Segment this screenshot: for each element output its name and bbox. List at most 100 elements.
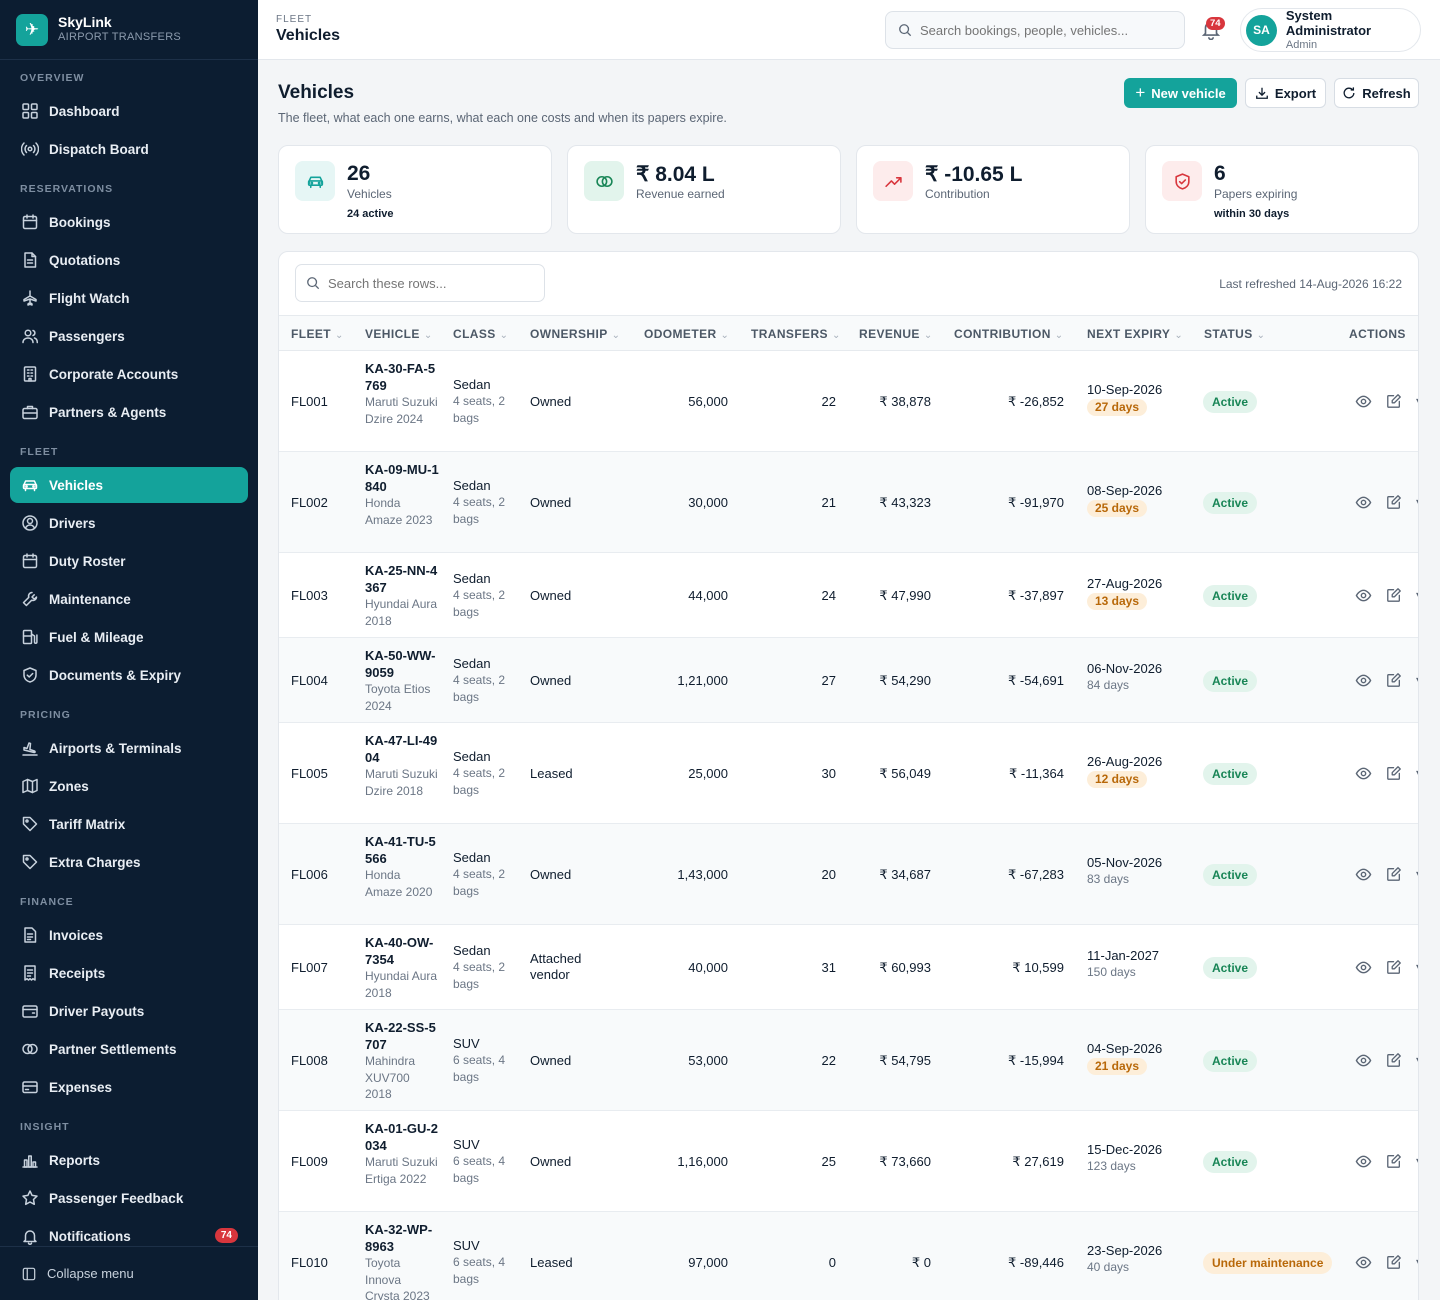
more-actions-icon[interactable]: ▾ [1416, 1153, 1418, 1175]
column-header-contribution[interactable]: CONTRIBUTION ⌄ [954, 327, 1064, 341]
vehicle-cell[interactable]: KA-25-NN-4367 Hyundai Aura 2018 [365, 563, 439, 629]
export-button[interactable]: Export [1245, 78, 1326, 108]
table-row[interactable]: FL001 KA-30-FA-5769 Maruti Suzuki Dzire 20… [279, 351, 1418, 452]
sidebar-item-airports-and-terminals[interactable]: Airports & Terminals [10, 730, 248, 766]
sort-chevron-icon: ⌄ [1054, 330, 1064, 341]
sidebar-item-fuel-and-mileage[interactable]: Fuel & Mileage [10, 619, 248, 655]
table-search-input[interactable] [328, 275, 538, 291]
kpi-value: ₹ 8.04 L [636, 163, 715, 186]
global-search-input[interactable] [920, 22, 1170, 38]
vehicle-cell[interactable]: KA-50-WW-9059 Toyota Etios 2024 [365, 648, 439, 714]
sidebar-item-tariff-matrix[interactable]: Tariff Matrix [10, 806, 248, 842]
new-vehicle-button[interactable]: + New vehicle [1124, 78, 1237, 108]
column-header-next-expiry[interactable]: NEXT EXPIRY ⌄ [1087, 327, 1183, 341]
edit-icon[interactable] [1386, 494, 1402, 516]
sidebar-item-reports[interactable]: Reports [10, 1142, 248, 1178]
edit-icon[interactable] [1386, 672, 1402, 694]
table-search[interactable] [295, 264, 545, 302]
sidebar-item-quotations[interactable]: Quotations [10, 242, 248, 278]
column-header-transfers[interactable]: TRANSFERS ⌄ [751, 327, 841, 341]
view-eye-icon[interactable] [1355, 393, 1372, 415]
sidebar-item-passenger-feedback[interactable]: Passenger Feedback [10, 1180, 248, 1216]
view-eye-icon[interactable] [1355, 1254, 1372, 1276]
more-actions-icon[interactable]: ▾ [1416, 866, 1418, 888]
edit-icon[interactable] [1386, 587, 1402, 609]
table-row[interactable]: FL007 KA-40-OW-7354 Hyundai Aura 2018 Sedan… [279, 925, 1418, 1010]
sidebar-item-partners-and-agents[interactable]: Partners & Agents [10, 394, 248, 430]
vehicle-cell[interactable]: KA-40-OW-7354 Hyundai Aura 2018 [365, 935, 439, 1001]
user-menu[interactable]: SA System Administrator Admin [1240, 8, 1421, 52]
sidebar-item-passengers[interactable]: Passengers [10, 318, 248, 354]
view-eye-icon[interactable] [1355, 959, 1372, 981]
sidebar-item-flight-watch[interactable]: Flight Watch [10, 280, 248, 316]
vehicle-cell[interactable]: KA-22-SS-5707 Mahindra XUV700 2018 [365, 1020, 439, 1103]
sidebar-item-maintenance[interactable]: Maintenance [10, 581, 248, 617]
sidebar-item-expenses[interactable]: Expenses [10, 1069, 248, 1105]
sidebar-item-extra-charges[interactable]: Extra Charges [10, 844, 248, 880]
vehicle-cell[interactable]: KA-30-FA-5769 Maruti Suzuki Dzire 2024 [365, 361, 439, 427]
more-actions-icon[interactable]: ▾ [1416, 1254, 1418, 1276]
vehicle-cell[interactable]: KA-47-LI-4904 Maruti Suzuki Dzire 2018 [365, 733, 439, 799]
view-eye-icon[interactable] [1355, 1052, 1372, 1074]
sidebar-item-driver-payouts[interactable]: Driver Payouts [10, 993, 248, 1029]
view-eye-icon[interactable] [1355, 672, 1372, 694]
edit-icon[interactable] [1386, 1254, 1402, 1276]
more-actions-icon[interactable]: ▾ [1416, 765, 1418, 787]
table-row[interactable]: FL006 KA-41-TU-5566 Honda Amaze 2020 Sedan 4… [279, 824, 1418, 925]
edit-icon[interactable] [1386, 1052, 1402, 1074]
table-row[interactable]: FL005 KA-47-LI-4904 Maruti Suzuki Dzire 20… [279, 723, 1418, 824]
sidebar-item-dispatch-board[interactable]: Dispatch Board [10, 131, 248, 167]
view-eye-icon[interactable] [1355, 765, 1372, 787]
table-row[interactable]: FL003 KA-25-NN-4367 Hyundai Aura 2018 Sedan… [279, 553, 1418, 638]
more-actions-icon[interactable]: ▾ [1416, 587, 1418, 609]
edit-icon[interactable] [1386, 1153, 1402, 1175]
sidebar-item-documents-and-expiry[interactable]: Documents & Expiry [10, 657, 248, 693]
vehicle-cell[interactable]: KA-09-MU-1840 Honda Amaze 2023 [365, 462, 439, 528]
sidebar-item-partner-settlements[interactable]: Partner Settlements [10, 1031, 248, 1067]
edit-icon[interactable] [1386, 959, 1402, 981]
sidebar-item-receipts[interactable]: Receipts [10, 955, 248, 991]
table-row[interactable]: FL002 KA-09-MU-1840 Honda Amaze 2023 Sedan 4… [279, 452, 1418, 553]
view-eye-icon[interactable] [1355, 494, 1372, 516]
column-header-class[interactable]: CLASS ⌄ [453, 327, 508, 341]
fuel-icon [21, 628, 39, 646]
sidebar-item-dashboard[interactable]: Dashboard [10, 93, 248, 129]
edit-icon[interactable] [1386, 393, 1402, 415]
view-eye-icon[interactable] [1355, 1153, 1372, 1175]
view-eye-icon[interactable] [1355, 587, 1372, 609]
vehicle-registration: KA-47-LI-4904 [365, 733, 438, 765]
collapse-menu-button[interactable]: Collapse menu [0, 1246, 258, 1300]
sidebar-item-invoices[interactable]: Invoices [10, 917, 248, 953]
sidebar-item-drivers[interactable]: Drivers [10, 505, 248, 541]
more-actions-icon[interactable]: ▾ [1416, 672, 1418, 694]
column-header-odometer[interactable]: ODOMETER ⌄ [644, 327, 729, 341]
column-header-revenue[interactable]: REVENUE ⌄ [859, 327, 933, 341]
edit-icon[interactable] [1386, 765, 1402, 787]
vehicle-cell[interactable]: KA-41-TU-5566 Honda Amaze 2020 [365, 834, 439, 900]
vehicle-cell[interactable]: KA-32-WP-8963 Toyota Innova Crysta 2023 [365, 1222, 439, 1300]
more-actions-icon[interactable]: ▾ [1416, 393, 1418, 415]
sidebar-item-duty-roster[interactable]: Duty Roster [10, 543, 248, 579]
more-actions-icon[interactable]: ▾ [1416, 959, 1418, 981]
more-actions-icon[interactable]: ▾ [1416, 494, 1418, 516]
table-row[interactable]: FL009 KA-01-GU-2034 Maruti Suzuki Ertiga 2… [279, 1111, 1418, 1212]
brand-subtitle: AIRPORT TRANSFERS [58, 30, 182, 43]
sidebar-item-vehicles[interactable]: Vehicles [10, 467, 248, 503]
vehicle-cell[interactable]: KA-01-GU-2034 Maruti Suzuki Ertiga 2022 [365, 1121, 439, 1187]
more-actions-icon[interactable]: ▾ [1416, 1052, 1418, 1074]
tag-icon [21, 815, 39, 833]
edit-icon[interactable] [1386, 866, 1402, 888]
sidebar-item-corporate-accounts[interactable]: Corporate Accounts [10, 356, 248, 392]
table-row[interactable]: FL010 KA-32-WP-8963 Toyota Innova Crysta 2… [279, 1212, 1418, 1300]
column-header-status[interactable]: STATUS ⌄ [1204, 327, 1265, 341]
global-search[interactable] [885, 11, 1185, 49]
column-header-ownership[interactable]: OWNERSHIP ⌄ [530, 327, 620, 341]
refresh-button[interactable]: Refresh [1334, 78, 1419, 108]
table-row[interactable]: FL004 KA-50-WW-9059 Toyota Etios 2024 Sedan… [279, 638, 1418, 723]
table-row[interactable]: FL008 KA-22-SS-5707 Mahindra XUV700 2018 SU… [279, 1010, 1418, 1111]
column-header-fleet[interactable]: FLEET ⌄ [291, 327, 344, 341]
view-eye-icon[interactable] [1355, 866, 1372, 888]
sidebar-item-zones[interactable]: Zones [10, 768, 248, 804]
sidebar-item-bookings[interactable]: Bookings [10, 204, 248, 240]
column-header-vehicle[interactable]: VEHICLE ⌄ [365, 327, 433, 341]
